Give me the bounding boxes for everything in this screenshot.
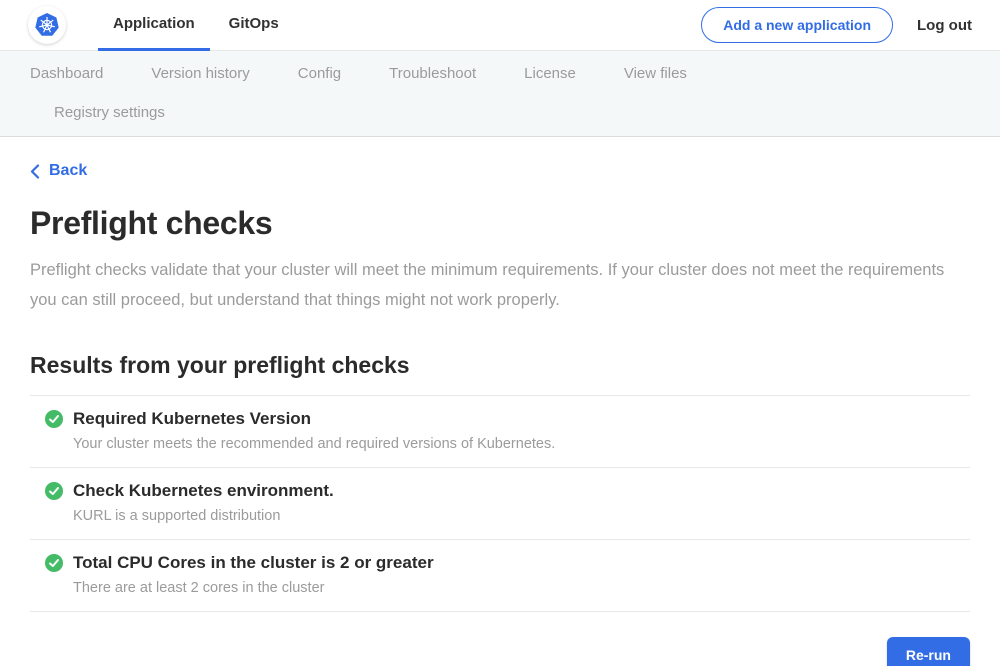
- back-link[interactable]: Back: [30, 162, 87, 180]
- app-sub-navigation: Dashboard Version history Config Trouble…: [0, 51, 1000, 137]
- results-heading: Results from your preflight checks: [30, 352, 970, 379]
- success-check-icon: [45, 482, 63, 500]
- kubernetes-helm-icon: [31, 9, 63, 41]
- check-item-cpu-cores: Total CPU Cores in the cluster is 2 or g…: [30, 539, 970, 611]
- check-title: Total CPU Cores in the cluster is 2 or g…: [73, 553, 434, 573]
- tab-gitops[interactable]: GitOps: [214, 0, 294, 51]
- chevron-left-icon: [30, 164, 40, 179]
- footer-actions: Re-run: [30, 612, 970, 666]
- tab-application[interactable]: Application: [98, 0, 210, 51]
- check-item-kubernetes-version: Required Kubernetes Version Your cluster…: [30, 395, 970, 467]
- check-title-row: Required Kubernetes Version: [45, 409, 970, 429]
- subnav-item-config[interactable]: Config: [274, 54, 365, 93]
- preflight-content: Back Preflight checks Preflight checks v…: [30, 137, 970, 666]
- check-title: Check Kubernetes environment.: [73, 481, 334, 501]
- check-title-row: Check Kubernetes environment.: [45, 481, 970, 501]
- subnav-row-1: Dashboard Version history Config Trouble…: [6, 54, 994, 93]
- check-item-kubernetes-environment: Check Kubernetes environment. KURL is a …: [30, 467, 970, 539]
- tab-gitops-label: GitOps: [229, 15, 279, 32]
- subnav-item-dashboard[interactable]: Dashboard: [6, 54, 127, 93]
- tab-application-label: Application: [113, 15, 195, 32]
- check-title-row: Total CPU Cores in the cluster is 2 or g…: [45, 553, 970, 573]
- check-detail: KURL is a supported distribution: [73, 508, 970, 524]
- check-detail: There are at least 2 cores in the cluste…: [73, 580, 970, 596]
- success-check-icon: [45, 410, 63, 428]
- check-detail: Your cluster meets the recommended and r…: [73, 436, 970, 452]
- check-title: Required Kubernetes Version: [73, 409, 311, 429]
- back-link-label: Back: [49, 162, 87, 180]
- subnav-item-troubleshoot[interactable]: Troubleshoot: [365, 54, 500, 93]
- subnav-item-view-files[interactable]: View files: [600, 54, 711, 93]
- primary-tabs: Application GitOps: [98, 0, 298, 51]
- logout-link[interactable]: Log out: [917, 17, 972, 34]
- subnav-item-license[interactable]: License: [500, 54, 600, 93]
- page-title: Preflight checks: [30, 205, 970, 242]
- add-new-application-button[interactable]: Add a new application: [701, 7, 893, 43]
- subnav-row-2: Registry settings: [6, 93, 994, 132]
- subnav-item-registry-settings[interactable]: Registry settings: [30, 93, 189, 132]
- subnav-item-version-history[interactable]: Version history: [127, 54, 273, 93]
- success-check-icon: [45, 554, 63, 572]
- preflight-check-list: Required Kubernetes Version Your cluster…: [30, 395, 970, 612]
- top-bar: Application GitOps Add a new application…: [0, 0, 1000, 51]
- page-description: Preflight checks validate that your clus…: [30, 255, 945, 315]
- kubernetes-logo-icon[interactable]: [28, 6, 66, 44]
- rerun-button[interactable]: Re-run: [887, 637, 970, 666]
